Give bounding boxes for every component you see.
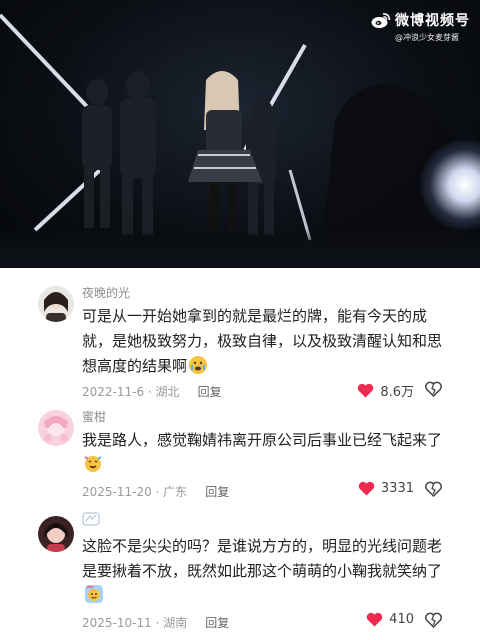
comment-text-content: 我是路人，感觉鞠婧祎离开原公司后事业已经飞起来了 [82, 431, 443, 449]
like-count: 3331 [380, 481, 414, 496]
avatar[interactable] [38, 516, 74, 552]
crying-face-icon [189, 356, 207, 374]
comment-text: 我是路人，感觉鞠婧祎离开原公司后事业已经飞起来了 [82, 428, 452, 478]
crying-face-emoji-icon [189, 356, 208, 374]
reply-button[interactable]: 回复 [205, 614, 229, 631]
sticker-emoji-icon [84, 584, 104, 604]
avatar-image [38, 410, 74, 446]
broken-heart-icon[interactable] [425, 612, 442, 628]
like-button[interactable]: 410 [366, 612, 414, 627]
reply-button[interactable]: 回复 [205, 483, 229, 500]
watermark-title: 微博视频号 [395, 13, 470, 29]
weibo-logo-icon [371, 12, 391, 28]
comment-date-location: 2025-10-11 · 湖南 [82, 616, 188, 630]
like-count: 410 [389, 612, 414, 627]
comment-date-location: 2022-11-6 · 湖北 [82, 385, 180, 399]
comment-text-content: 可是从一开始她拿到的就是最烂的牌，能有今天的成就，是她极致努力，极致自律，以及极… [82, 307, 443, 375]
broken-heart-icon[interactable] [425, 381, 442, 397]
heart-filled-icon [366, 612, 383, 627]
avatar[interactable] [38, 286, 74, 322]
comment-meta: 2025-11-20 · 广东 回复 [82, 483, 229, 500]
party-face-icon [84, 456, 102, 472]
like-count: 8.6万 [380, 385, 414, 400]
video-frame[interactable]: 微博视频号 @冲浪少女麦芽酱 [0, 0, 480, 268]
comment-meta: 2025-10-11 · 湖南 回复 [82, 614, 229, 631]
like-button[interactable]: 8.6万 [357, 381, 414, 400]
fan-badge-icon [82, 512, 100, 526]
comment-meta: 2022-11-6 · 湖北 回复 [82, 383, 222, 400]
avatar[interactable] [38, 410, 74, 446]
reply-button[interactable]: 回复 [198, 383, 222, 400]
avatar-image [38, 286, 74, 322]
sticker-icon [85, 585, 103, 603]
avatar-image [38, 516, 74, 552]
heart-filled-icon [358, 383, 374, 398]
watermark-subtitle: @冲浪少女麦芽酱 [395, 33, 459, 42]
stage-floor [0, 228, 480, 268]
comment-date-location: 2025-11-20 · 广东 [82, 485, 188, 499]
comment-text: 可是从一开始她拿到的就是最烂的牌，能有今天的成就，是她极致努力，极致自律，以及极… [82, 304, 452, 379]
heart-filled-icon [358, 481, 375, 496]
party-face-emoji-icon [84, 455, 102, 473]
broken-heart-icon[interactable] [425, 481, 442, 497]
comment-username[interactable]: 夜晚的光 [82, 284, 130, 301]
weibo-watermark: 微博视频号 @冲浪少女麦芽酱 [371, 10, 470, 43]
comment-text-content: 这脸不是尖尖的吗？是谁说方方的，明显的光线问题老是要揪着不放，既然如此那这个萌萌… [82, 537, 443, 580]
like-button[interactable]: 3331 [358, 481, 414, 496]
comment-username[interactable]: 蜜柑 [82, 408, 106, 425]
comment-text: 这脸不是尖尖的吗？是谁说方方的，明显的光线问题老是要揪着不放，既然如此那这个萌萌… [82, 534, 452, 609]
